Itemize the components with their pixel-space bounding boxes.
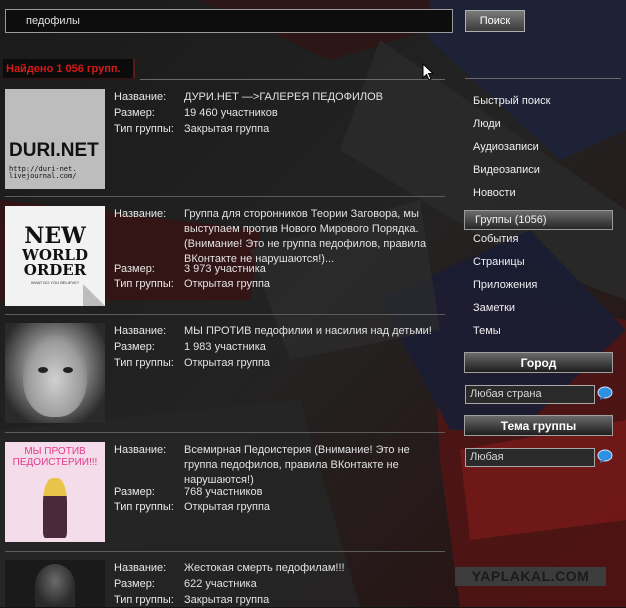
country-select[interactable]: Любая страна [465,385,595,404]
thumb-title: МЫ ПРОТИВ [24,446,86,457]
name-label: Название: [114,91,167,103]
group-thumbnail[interactable] [5,560,105,607]
type-label: Тип группы: [114,123,174,135]
type-label: Тип группы: [114,357,174,369]
menu-item-events[interactable]: События [473,233,623,256]
size-label: Размер: [114,341,155,353]
divider [140,79,445,80]
menu-item-apps[interactable]: Приложения [473,279,623,302]
eye-icon [63,367,73,373]
group-type: Открытая группа [184,501,271,513]
type-label: Тип группы: [114,501,174,513]
name-label: Название: [114,325,167,337]
child-photo [23,335,87,417]
menu-item-quick-search[interactable]: Быстрый поиск [473,95,623,118]
group-type: Закрытая группа [184,594,270,606]
group-size: 1 983 участника [184,341,266,353]
group-type: Открытая группа [184,357,271,369]
page-curl [83,284,105,306]
group-size: 3 973 участника [184,263,266,275]
group-name-link[interactable]: Всемирная Педоистерия (Внимание! Это не … [184,443,434,488]
name-label: Название: [114,562,167,574]
group-name-link[interactable]: МЫ ПРОТИВ педофилии и насилия над детьми… [184,324,434,339]
size-label: Размер: [114,263,155,275]
cartoon-figure [43,478,67,538]
menu-item-groups[interactable]: Группы (1056) [464,210,613,230]
city-filter-header: Город [464,352,613,373]
speech-bubble-icon[interactable] [597,386,613,401]
thumb-caption: livejournal.com/ [9,172,77,180]
group-size: 622 участника [184,578,257,590]
search-button[interactable]: Поиск [465,10,525,32]
group-name-link[interactable]: Жестокая смерть педофилам!!! [184,561,434,576]
size-label: Размер: [114,486,155,498]
group-name-link[interactable]: Группа для сторонников Теории Заговора, … [184,207,434,267]
menu-item-topics[interactable]: Темы [473,325,623,348]
divider [465,78,621,79]
mouse-cursor-icon [422,62,435,84]
watermark: YAPLAKAL.COM [455,567,606,586]
group-size: 768 участников [184,486,263,498]
group-thumbnail[interactable]: DURI.NET http://duri-net. livejournal.co… [5,89,105,189]
menu-item-notes[interactable]: Заметки [473,302,623,325]
group-thumbnail[interactable] [5,323,105,423]
name-label: Название: [114,444,167,456]
group-type: Закрытая группа [184,123,270,135]
size-label: Размер: [114,107,155,119]
group-thumbnail[interactable]: NEW WORLD ORDER WHAT DO YOU BELIEVE? [5,206,105,306]
figure-photo [35,564,75,607]
divider [5,196,445,197]
menu-item-news[interactable]: Новости [473,187,623,210]
search-input[interactable]: педофилы [5,9,453,33]
menu-item-pages[interactable]: Страницы [473,256,623,279]
group-thumbnail[interactable]: МЫ ПРОТИВ ПЕДОИСТЕРИИ!!! [5,442,105,542]
group-size: 19 460 участников [184,107,278,119]
results-count: Найдено 1 056 групп. [3,59,135,79]
name-label: Название: [114,208,167,220]
search-section-menu: Быстрый поиск Люди Аудиозаписи Видеозапи… [464,95,623,348]
theme-select[interactable]: Любая [465,448,595,467]
type-label: Тип группы: [114,278,174,290]
menu-item-audio[interactable]: Аудиозаписи [473,141,623,164]
group-type: Открытая группа [184,278,271,290]
speech-bubble-icon[interactable] [597,449,613,464]
type-label: Тип группы: [114,594,174,606]
divider [5,551,445,552]
group-name-link[interactable]: ДУРИ.НЕТ —>ГАЛЕРЕЯ ПЕДОФИЛОВ [184,90,434,105]
menu-item-people[interactable]: Люди [473,118,623,141]
size-label: Размер: [114,578,155,590]
divider [5,314,445,315]
thumb-title: ORDER [23,261,87,279]
divider [5,432,445,433]
menu-item-video[interactable]: Видеозаписи [473,164,623,187]
thumb-title: DURI.NET [9,140,99,161]
eye-icon [38,367,48,373]
thumb-title: ПЕДОИСТЕРИИ!!! [12,457,98,468]
theme-filter-header: Тема группы [464,415,613,436]
